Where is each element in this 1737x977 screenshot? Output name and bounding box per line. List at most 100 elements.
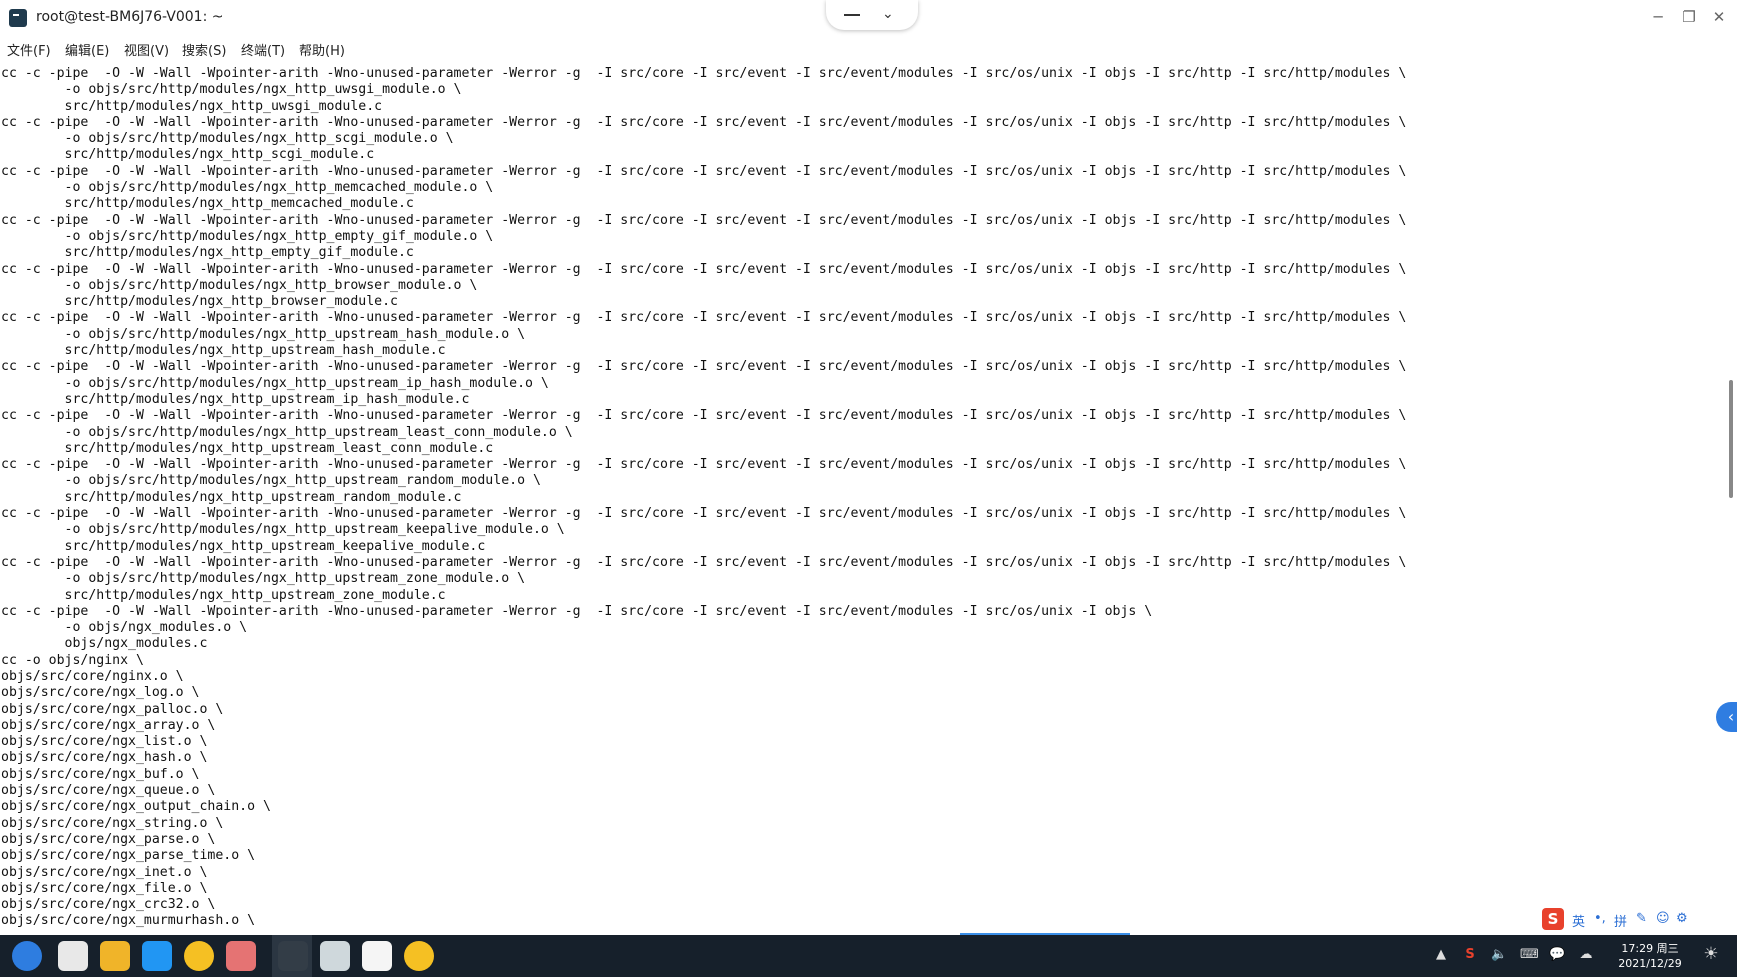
emoji-icon[interactable]: ☺ bbox=[1656, 911, 1670, 926]
terminal-line: -o objs/src/http/modules/ngx_http_scgi_m… bbox=[1, 131, 454, 147]
terminal-line: objs/src/core/ngx_output_chain.o \ bbox=[1, 799, 271, 815]
scrollbar[interactable] bbox=[1729, 380, 1733, 498]
terminal-line: -o objs/src/http/modules/ngx_http_upstre… bbox=[1, 522, 565, 538]
terminal-line: objs/src/core/ngx_file.o \ bbox=[1, 880, 208, 896]
notification-center-icon[interactable]: ☀ bbox=[1703, 946, 1719, 963]
text-editor-icon[interactable] bbox=[362, 941, 392, 971]
volume-icon[interactable]: 🔈 bbox=[1491, 947, 1507, 963]
terminal-line: objs/src/core/ngx_parse_time.o \ bbox=[1, 848, 256, 864]
ime-logo-icon[interactable]: S bbox=[1542, 908, 1564, 930]
terminal-line: -o objs/src/http/modules/ngx_http_uwsgi_… bbox=[1, 82, 462, 98]
terminal-line: src/http/modules/ngx_http_memcached_modu… bbox=[1, 196, 414, 212]
terminal-line: objs/src/core/ngx_array.o \ bbox=[1, 717, 216, 733]
terminal-line: cc -c -pipe -O -W -Wall -Wpointer-arith … bbox=[1, 310, 1407, 326]
handwriting-icon[interactable]: ✎ bbox=[1636, 911, 1647, 926]
maximize-button[interactable]: ❐ bbox=[1676, 6, 1702, 28]
terminal-line: src/http/modules/ngx_http_upstream_least… bbox=[1, 440, 494, 456]
terminal-line: -o objs/src/http/modules/ngx_http_upstre… bbox=[1, 375, 549, 391]
ime-toolbar: S 英 •, 拼 ✎ ☺ ⚙ bbox=[1542, 906, 1692, 932]
terminal-line: cc -o objs/nginx \ bbox=[1, 652, 144, 668]
terminal-line: cc -c -pipe -O -W -Wall -Wpointer-arith … bbox=[1, 212, 1407, 228]
terminal-line: objs/src/core/ngx_list.o \ bbox=[1, 734, 208, 750]
terminal-line: objs/src/core/ngx_palloc.o \ bbox=[1, 701, 224, 717]
menu-edit[interactable]: 编辑(E) bbox=[65, 40, 109, 59]
app-store-icon[interactable] bbox=[142, 941, 172, 971]
terminal-line: objs/src/core/ngx_inet.o \ bbox=[1, 864, 208, 880]
terminal-line: objs/src/core/ngx_parse.o \ bbox=[1, 831, 216, 847]
terminal-line: cc -c -pipe -O -W -Wall -Wpointer-arith … bbox=[1, 114, 1407, 130]
terminal-line: -o objs/ngx_modules.o \ bbox=[1, 620, 248, 636]
terminal-line: objs/src/core/ngx_string.o \ bbox=[1, 815, 224, 831]
terminal-line: cc -c -pipe -O -W -Wall -Wpointer-arith … bbox=[1, 163, 1407, 179]
terminal-line: src/http/modules/ngx_http_upstream_ip_ha… bbox=[1, 391, 470, 407]
menu-view[interactable]: 视图(V) bbox=[124, 40, 169, 59]
ime-punct-toggle[interactable]: •, bbox=[1594, 911, 1606, 926]
terminal-line: src/http/modules/ngx_http_empty_gif_modu… bbox=[1, 245, 414, 261]
terminal-line: -o objs/src/http/modules/ngx_http_upstre… bbox=[1, 326, 526, 342]
terminal-line: cc -c -pipe -O -W -Wall -Wpointer-arith … bbox=[1, 66, 1407, 81]
terminal-line: objs/src/core/ngx_hash.o \ bbox=[1, 750, 208, 766]
terminal-line: src/http/modules/ngx_http_scgi_module.c bbox=[1, 147, 375, 163]
camera-icon[interactable] bbox=[226, 941, 256, 971]
close-button[interactable]: ✕ bbox=[1706, 6, 1732, 28]
network-icon[interactable]: ⌨ bbox=[1520, 947, 1539, 963]
terminal-line: -o objs/src/http/modules/ngx_http_upstre… bbox=[1, 571, 526, 587]
terminal-line: src/http/modules/ngx_http_uwsgi_module.c bbox=[1, 98, 383, 114]
menu-help[interactable]: 帮助(H) bbox=[299, 40, 345, 59]
menu-search[interactable]: 搜索(S) bbox=[182, 40, 226, 59]
terminal-line: -o objs/src/http/modules/ngx_http_memcac… bbox=[1, 180, 494, 196]
menu-bar: 文件(F) 编辑(E) 视图(V) 搜索(S) 终端(T) 帮助(H) bbox=[0, 36, 1737, 60]
terminal-line: -o objs/src/http/modules/ngx_http_upstre… bbox=[1, 473, 541, 489]
ime-pinyin-toggle[interactable]: 拼 bbox=[1614, 911, 1627, 930]
browser-icon[interactable] bbox=[184, 941, 214, 971]
clock-date: 2021/12/29 bbox=[1618, 957, 1682, 970]
terminal-line: objs/src/core/ngx_queue.o \ bbox=[1, 783, 216, 799]
cloud-icon[interactable]: ☁ bbox=[1578, 947, 1594, 963]
terminal-line: objs/ngx_modules.c bbox=[1, 636, 208, 652]
terminal-line: -o objs/src/http/modules/ngx_http_upstre… bbox=[1, 424, 573, 440]
multitask-icon[interactable] bbox=[58, 941, 88, 971]
terminal-app-icon bbox=[9, 9, 27, 27]
launcher-icon[interactable] bbox=[12, 941, 42, 971]
browser-2-icon[interactable] bbox=[404, 941, 434, 971]
ime-tray-icon[interactable]: S bbox=[1462, 947, 1478, 963]
terminal-line: cc -c -pipe -O -W -Wall -Wpointer-arith … bbox=[1, 457, 1407, 473]
ime-lang-toggle[interactable]: 英 bbox=[1572, 911, 1585, 930]
terminal-line: cc -c -pipe -O -W -Wall -Wpointer-arith … bbox=[1, 261, 1407, 277]
clock-time: 17:29 周三 bbox=[1621, 942, 1679, 955]
collapse-icon[interactable] bbox=[844, 14, 860, 16]
clock[interactable]: 17:29 周三 2021/12/29 bbox=[1610, 941, 1690, 971]
terminal-line: objs/src/core/ngx_log.o \ bbox=[1, 685, 200, 701]
terminal-line: objs/src/core/ngx_crc32.o \ bbox=[1, 897, 216, 913]
terminal-line: src/http/modules/ngx_http_upstream_rando… bbox=[1, 489, 462, 505]
terminal-line: -o objs/src/http/modules/ngx_http_browse… bbox=[1, 277, 478, 293]
terminal-line: objs/src/core/nginx.o \ bbox=[1, 668, 184, 684]
terminal-line: cc -c -pipe -O -W -Wall -Wpointer-arith … bbox=[1, 554, 1407, 570]
terminal-line: cc -c -pipe -O -W -Wall -Wpointer-arith … bbox=[1, 408, 1407, 424]
taskbar: ▲ S 🔈 ⌨ 💬 ☁ 17:29 周三 2021/12/29 ☀ bbox=[0, 935, 1737, 977]
terminal-line: src/http/modules/ngx_http_browser_module… bbox=[1, 294, 398, 310]
terminal-line: cc -c -pipe -O -W -Wall -Wpointer-arith … bbox=[1, 359, 1407, 375]
terminal-line: objs/src/core/ngx_murmurhash.o \ bbox=[1, 913, 256, 929]
terminal-line: src/http/modules/ngx_http_upstream_keepa… bbox=[1, 538, 486, 554]
terminal-output[interactable]: cc -c -pipe -O -W -Wall -Wpointer-arith … bbox=[0, 66, 1726, 932]
minimize-button[interactable]: ─ bbox=[1645, 6, 1671, 28]
system-monitor-icon[interactable] bbox=[320, 941, 350, 971]
terminal-line: objs/src/core/ngx_buf.o \ bbox=[1, 766, 200, 782]
terminal-line: src/http/modules/ngx_http_upstream_hash_… bbox=[1, 343, 446, 359]
chevron-down-icon[interactable]: ⌄ bbox=[882, 6, 894, 22]
terminal-line: src/http/modules/ngx_http_upstream_zone_… bbox=[1, 587, 446, 603]
terminal-line: -o objs/src/http/modules/ngx_http_empty_… bbox=[1, 228, 494, 244]
terminal-line: cc -c -pipe -O -W -Wall -Wpointer-arith … bbox=[1, 603, 1153, 619]
menu-terminal[interactable]: 终端(T) bbox=[241, 40, 285, 59]
message-icon[interactable]: 💬 bbox=[1549, 947, 1565, 963]
title-bar: root@test-BM6J76-V001: ~ ⌄ ─ ❐ ✕ bbox=[0, 0, 1737, 36]
window-title: root@test-BM6J76-V001: ~ bbox=[36, 9, 224, 25]
file-manager-icon[interactable] bbox=[100, 941, 130, 971]
menu-file[interactable]: 文件(F) bbox=[7, 40, 51, 59]
terminal-icon[interactable] bbox=[278, 941, 308, 971]
ime-settings-icon[interactable]: ⚙ bbox=[1676, 911, 1688, 926]
terminal-line: cc -c -pipe -O -W -Wall -Wpointer-arith … bbox=[1, 506, 1407, 522]
tray-expand-icon[interactable]: ▲ bbox=[1433, 947, 1449, 963]
window-pill-controls: ⌄ bbox=[826, 0, 918, 30]
